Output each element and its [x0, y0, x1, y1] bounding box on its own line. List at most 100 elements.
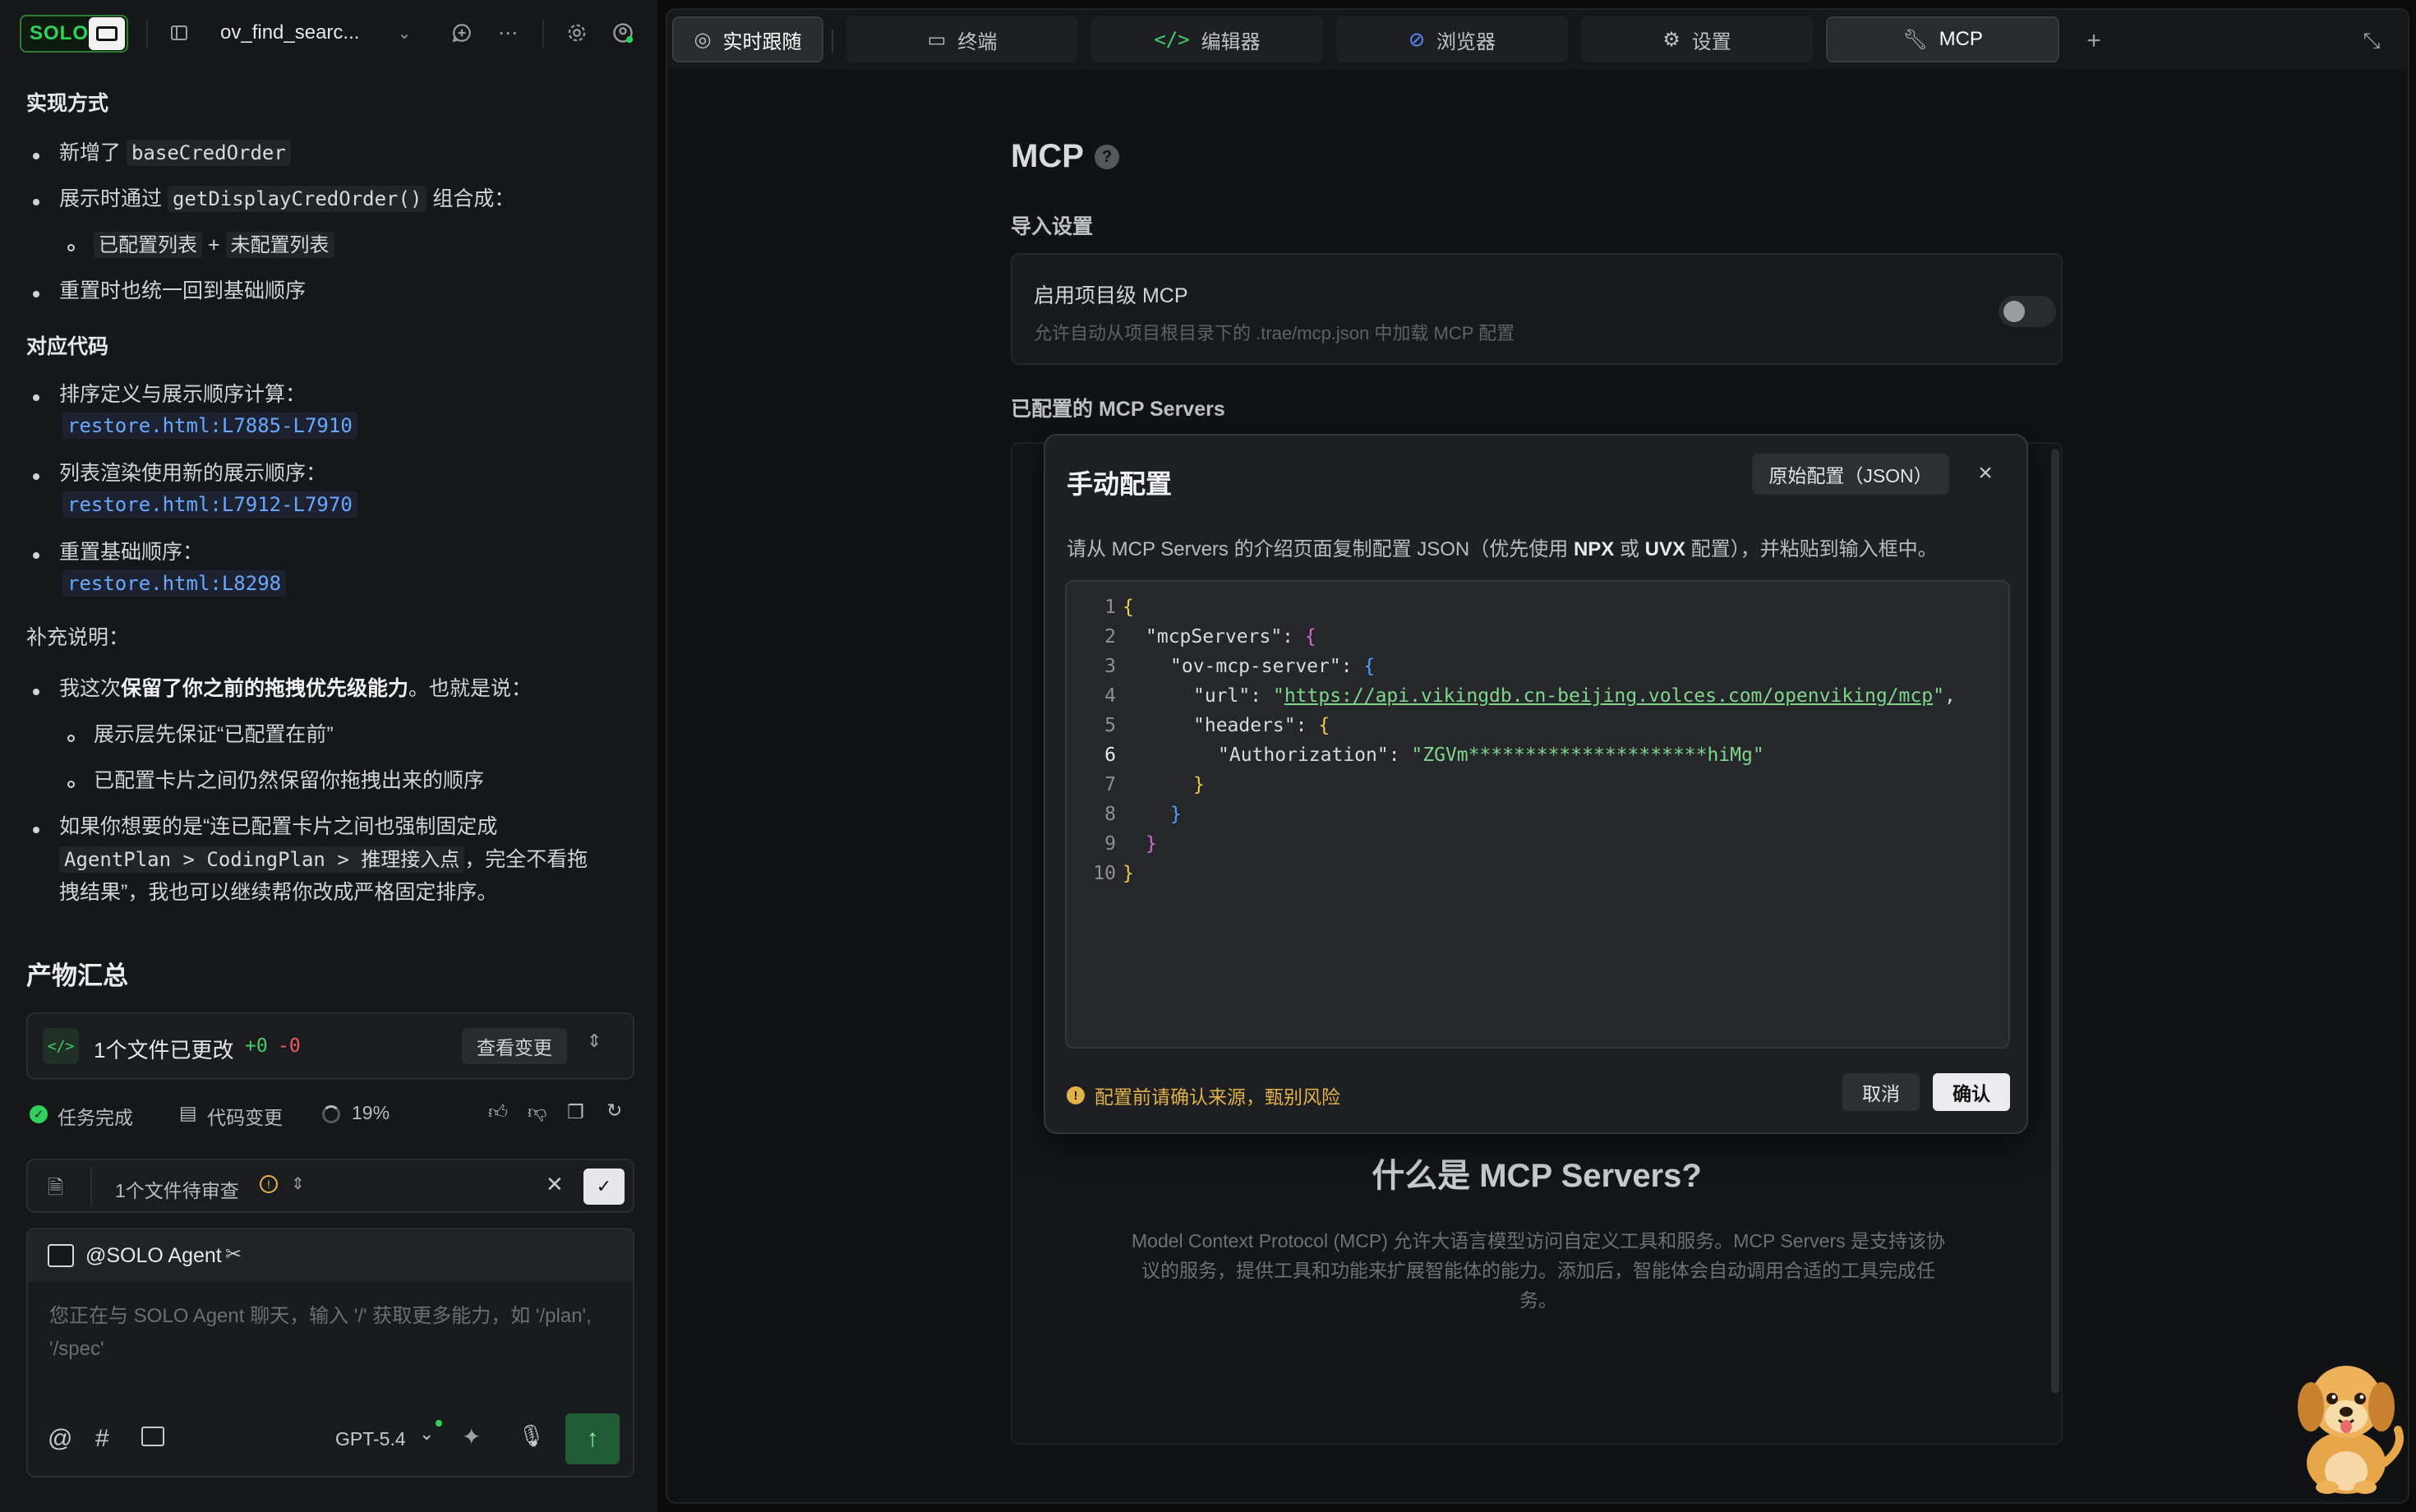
info-icon: !	[260, 1175, 278, 1193]
model-select[interactable]: GPT-5.4	[335, 1428, 406, 1450]
tab-label: 设置	[1691, 30, 1731, 53]
project-name[interactable]: ov_find_searc...	[220, 21, 359, 44]
new-chat-icon[interactable]	[447, 18, 477, 48]
text: +	[207, 233, 220, 256]
project-level-toggle[interactable]	[1999, 296, 2056, 327]
url-value[interactable]: https://api.vikingdb.cn-beijing.volces.c…	[1284, 685, 1933, 707]
thumbs-up-icon[interactable]: 👍︎	[488, 1101, 508, 1124]
code-icon: </>	[43, 1028, 79, 1064]
tab-follow[interactable]: ◎ 实时跟随	[672, 16, 823, 62]
tab-label: 编辑器	[1201, 30, 1261, 53]
progress-icon	[322, 1105, 340, 1123]
agent-icon	[48, 1244, 74, 1267]
code-line: }	[1146, 833, 1157, 855]
code-link[interactable]: restore.html:L8298	[62, 570, 287, 597]
dog-mascot-icon[interactable]	[2285, 1348, 2408, 1496]
cancel-button[interactable]: 取消	[1842, 1073, 1920, 1111]
solo-logo: SOLO	[20, 15, 128, 53]
bullet	[33, 473, 39, 480]
chat-input[interactable]: 您正在与 SOLO Agent 聊天，输入 '/' 获取更多能力，如 '/pla…	[49, 1300, 608, 1366]
divider	[832, 30, 833, 53]
help-icon[interactable]: ?	[1095, 145, 1119, 169]
list-item: 如果你想要的是“连已配置卡片之间也强制固定成	[59, 815, 498, 838]
code-line: "Authorization": "ZGVm******************…	[1218, 744, 1764, 766]
tools-icon[interactable]: ✂	[225, 1242, 242, 1266]
list-item-label: 重置基础顺序：	[59, 541, 204, 564]
mention-icon[interactable]: @	[48, 1425, 72, 1453]
tab-label: 实时跟随	[722, 30, 802, 53]
close-icon[interactable]: ×	[1969, 457, 2002, 490]
hash-icon[interactable]: #	[95, 1425, 109, 1453]
json-editor[interactable]: 1 2 3 4 5 6 7 8 9 10 { "mcpServers": { "…	[1065, 580, 2010, 1049]
expand-icon[interactable]: ⇕	[291, 1173, 305, 1194]
image-icon[interactable]	[141, 1427, 164, 1446]
copy-icon[interactable]: ❐	[567, 1101, 584, 1123]
text: 展示时通过	[59, 187, 163, 210]
view-changes-button[interactable]: 查看变更	[462, 1028, 567, 1064]
list-item: 展示时通过 getDisplayCredOrder() 组合成：	[59, 182, 514, 215]
accept-button[interactable]: ✓	[583, 1169, 625, 1205]
scrollbar[interactable]	[2051, 449, 2059, 1394]
wrench-icon: 🔧︎	[1902, 28, 1928, 51]
what-is-mcp-title: 什么是 MCP Servers?	[1372, 1158, 1702, 1194]
follow-icon: ◎	[694, 28, 712, 51]
settings-icon[interactable]	[562, 18, 592, 48]
tab-terminal[interactable]: ▭ 终端	[846, 16, 1078, 62]
list-item: AgentPlan > CodingPlan > 推理接入点 ，完全不看拖	[59, 843, 588, 876]
left-topbar: SOLO ov_find_searc... ⌄ ⋯	[0, 0, 657, 69]
microphone-icon[interactable]: 🎙︎	[518, 1423, 545, 1449]
tab-bar: ◎ 实时跟随 ▭ 终端 </> 编辑器 ⊘ 浏览器 ⚙ 设置 🔧︎ MCP + ⤡	[667, 10, 2408, 69]
line-number: 6	[1104, 744, 1116, 766]
manual-config-dialog: 手动配置 原始配置（JSON） × 请从 MCP Servers 的介绍页面复制…	[1044, 434, 2028, 1134]
thumbs-down-icon[interactable]: 👎︎	[528, 1101, 546, 1124]
agent-name[interactable]: @SOLO Agent	[85, 1244, 222, 1268]
heading-code: 对应代码	[26, 335, 109, 358]
sparkle-icon[interactable]: ✦	[462, 1423, 481, 1450]
reject-icon[interactable]: ✕	[546, 1172, 564, 1197]
line-number: 3	[1104, 656, 1116, 677]
refresh-icon[interactable]: ↻	[606, 1099, 622, 1122]
compass-icon: ⊘	[1408, 28, 1426, 51]
composer: @SOLO Agent ✂ 您正在与 SOLO Agent 聊天，输入 '/' …	[26, 1228, 634, 1477]
warning-message: ! 配置前请确认来源，甄别风险	[1067, 1081, 1340, 1109]
text: 我这次	[59, 677, 122, 700]
logo-text: SOLO	[30, 22, 90, 44]
line-number: 9	[1104, 833, 1116, 855]
collapse-icon[interactable]: ⤡	[2355, 25, 2388, 58]
raw-config-button[interactable]: 原始配置（JSON）	[1752, 454, 1949, 495]
text: UVX	[1644, 538, 1685, 560]
task-done-label: 任务完成	[58, 1107, 133, 1128]
divider	[542, 20, 544, 48]
chevron-down-icon[interactable]: ⌄	[390, 18, 419, 48]
code-link[interactable]: restore.html:L7912-L7970	[62, 491, 357, 518]
chevron-down-icon[interactable]: ⌄	[419, 1423, 434, 1445]
account-icon[interactable]	[608, 18, 638, 48]
tab-editor[interactable]: </> 编辑器	[1091, 16, 1323, 62]
code-link[interactable]: restore.html:L7885-L7910	[62, 413, 357, 439]
add-tab-button[interactable]: +	[2077, 25, 2110, 58]
code-line: "ov-mcp-server": {	[1170, 656, 1376, 677]
send-button[interactable]: ↑	[565, 1413, 620, 1464]
sidebar-toggle-icon[interactable]	[164, 18, 194, 48]
inline-code: baseCredOrder	[126, 140, 291, 166]
code-line: {	[1123, 597, 1134, 618]
bullet	[33, 291, 39, 297]
confirm-button[interactable]: 确认	[1933, 1073, 2010, 1111]
code-line: "url": "https://api.vikingdb.cn-beijing.…	[1193, 685, 1956, 707]
tab-mcp[interactable]: 🔧︎ MCP	[1826, 16, 2059, 62]
code-changes-label[interactable]: 代码变更	[207, 1102, 283, 1130]
json-key: "url"	[1193, 685, 1251, 707]
code-line: }	[1193, 774, 1205, 795]
tab-settings[interactable]: ⚙ 设置	[1581, 16, 1813, 62]
dialog-description: 请从 MCP Servers 的介绍页面复制配置 JSON（优先使用 NPX 或…	[1067, 532, 1938, 561]
files-changed-card: </> 1个文件已更改 +0 -0 查看变更 ⇕	[26, 1012, 634, 1080]
expand-icon[interactable]: ⇕	[587, 1030, 602, 1052]
diff-icon: ▤	[179, 1102, 197, 1123]
tab-browser[interactable]: ⊘ 浏览器	[1336, 16, 1568, 62]
removed-count: -0	[278, 1035, 301, 1057]
more-icon[interactable]: ⋯	[493, 18, 523, 48]
tab-label: 浏览器	[1436, 30, 1496, 53]
bullet	[33, 552, 39, 559]
warning-icon: !	[1067, 1086, 1085, 1104]
json-key: "ov-mcp-server"	[1170, 656, 1341, 677]
